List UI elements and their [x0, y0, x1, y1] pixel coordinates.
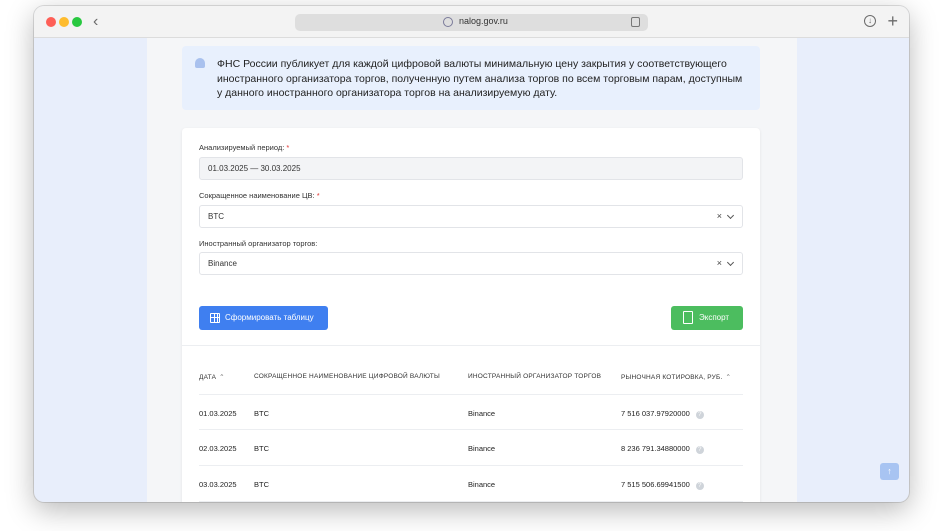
cell-organizer: Binance [468, 444, 496, 453]
table-row: 01.03.2025 BTC Binance 7 516 037.9792000… [199, 394, 743, 430]
bell-icon [195, 58, 205, 68]
back-icon[interactable]: ‹ [93, 13, 98, 31]
required-mark: * [286, 143, 290, 152]
close-window-icon[interactable] [46, 17, 56, 27]
price-value: 7 516 037.97920000 [621, 409, 690, 418]
cell-currency: BTC [254, 480, 269, 489]
build-table-button[interactable]: Сформировать таблицу [199, 306, 328, 330]
cell-date: 01.03.2025 [199, 409, 237, 418]
period-value: 01.03.2025 — 30.03.2025 [208, 164, 301, 173]
header-organizer-text: ИНОСТРАННЫЙ ОРГАНИЗАТОР ТОРГОВ [468, 373, 602, 380]
cell-price: 7 515 506.69941500? [621, 480, 704, 490]
url-text: nalog.gov.ru [459, 16, 508, 26]
notice-text: ФНС России публикует для каждой цифровой… [217, 58, 743, 99]
price-value: 8 236 791.34880000 [621, 444, 690, 453]
shield-icon [443, 17, 453, 27]
zoom-window-icon[interactable] [72, 17, 82, 27]
header-date-text: ДАТА [199, 374, 217, 381]
info-notice: ФНС России публикует для каждой цифровой… [182, 46, 760, 110]
currency-label-text: Сокращенное наименование ЦВ: [199, 191, 315, 200]
price-value: 7 515 506.69941500 [621, 480, 690, 489]
xls-file-icon [683, 311, 693, 324]
chevron-down-icon[interactable] [726, 211, 735, 220]
new-tab-icon[interactable]: + [887, 11, 898, 31]
cell-organizer: Binance [468, 409, 496, 418]
period-label: Анализируемый период: * [199, 143, 289, 152]
minimize-window-icon[interactable] [59, 17, 69, 27]
cell-date: 02.03.2025 [199, 444, 237, 453]
header-price[interactable]: РЫНОЧНАЯ КОТИРОВКА, РУБ. ⌃ [621, 373, 731, 381]
help-icon[interactable]: ? [695, 411, 704, 419]
table-icon [210, 313, 220, 323]
chevron-down-icon[interactable] [726, 258, 735, 267]
export-label: Экспорт [699, 313, 730, 322]
cell-currency: BTC [254, 444, 269, 453]
period-field[interactable]: 01.03.2025 — 30.03.2025 [199, 157, 743, 180]
clear-icon[interactable]: × [717, 253, 722, 274]
cell-date: 03.03.2025 [199, 480, 237, 489]
filter-card: Анализируемый период: * 01.03.2025 — 30.… [182, 128, 760, 502]
header-price-text: РЫНОЧНАЯ КОТИРОВКА, РУБ. [621, 374, 723, 381]
sort-arrow-icon[interactable]: ⌃ [219, 374, 225, 381]
export-button[interactable]: Экспорт [671, 306, 743, 330]
address-bar[interactable]: nalog.gov.ru [295, 14, 648, 31]
table-row: 02.03.2025 BTC Binance 8 236 791.3488000… [199, 430, 743, 466]
divider [182, 345, 760, 346]
required-mark: * [316, 191, 320, 200]
cell-organizer: Binance [468, 480, 496, 489]
header-organizer: ИНОСТРАННЫЙ ОРГАНИЗАТОР ТОРГОВ [468, 373, 601, 380]
download-icon[interactable]: ↓ [864, 15, 876, 27]
cell-price: 8 236 791.34880000? [621, 444, 704, 454]
header-currency: СОКРАЩЕННОЕ НАИМЕНОВАНИЕ ЦИФРОВОЙ ВАЛЮТЫ [254, 373, 440, 380]
build-table-label: Сформировать таблицу [225, 313, 314, 322]
header-date[interactable]: ДАТА ⌃ [199, 373, 225, 381]
browser-window: ‹ nalog.gov.ru ↓ + ФНС России публикует … [34, 6, 909, 502]
table-row: 03.03.2025 BTC Binance 7 515 506.6994150… [199, 466, 743, 502]
browser-titlebar: ‹ nalog.gov.ru ↓ + [34, 6, 909, 38]
sort-arrow-icon[interactable]: ⌃ [725, 374, 731, 381]
organizer-label-text: Иностранный организатор торгов: [199, 239, 318, 248]
cell-currency: BTC [254, 409, 269, 418]
cell-price: 7 516 037.97920000? [621, 409, 704, 419]
currency-value: BTC [208, 212, 224, 221]
clear-icon[interactable]: × [717, 206, 722, 227]
header-currency-text: СОКРАЩЕННОЕ НАИМЕНОВАНИЕ ЦИФРОВОЙ ВАЛЮТЫ [254, 373, 440, 380]
currency-label: Сокращенное наименование ЦВ: * [199, 191, 320, 200]
page-content: ФНС России публикует для каждой цифровой… [147, 38, 797, 502]
organizer-label: Иностранный организатор торгов: [199, 239, 317, 248]
help-icon[interactable]: ? [695, 446, 704, 454]
currency-select[interactable]: BTC × [199, 205, 743, 228]
reader-icon[interactable] [631, 17, 640, 27]
period-label-text: Анализируемый период: [199, 143, 285, 152]
help-icon[interactable]: ? [695, 482, 704, 490]
organizer-value: Binance [208, 259, 237, 268]
organizer-select[interactable]: Binance × [199, 252, 743, 275]
scroll-top-icon[interactable]: ↑ [880, 463, 899, 480]
